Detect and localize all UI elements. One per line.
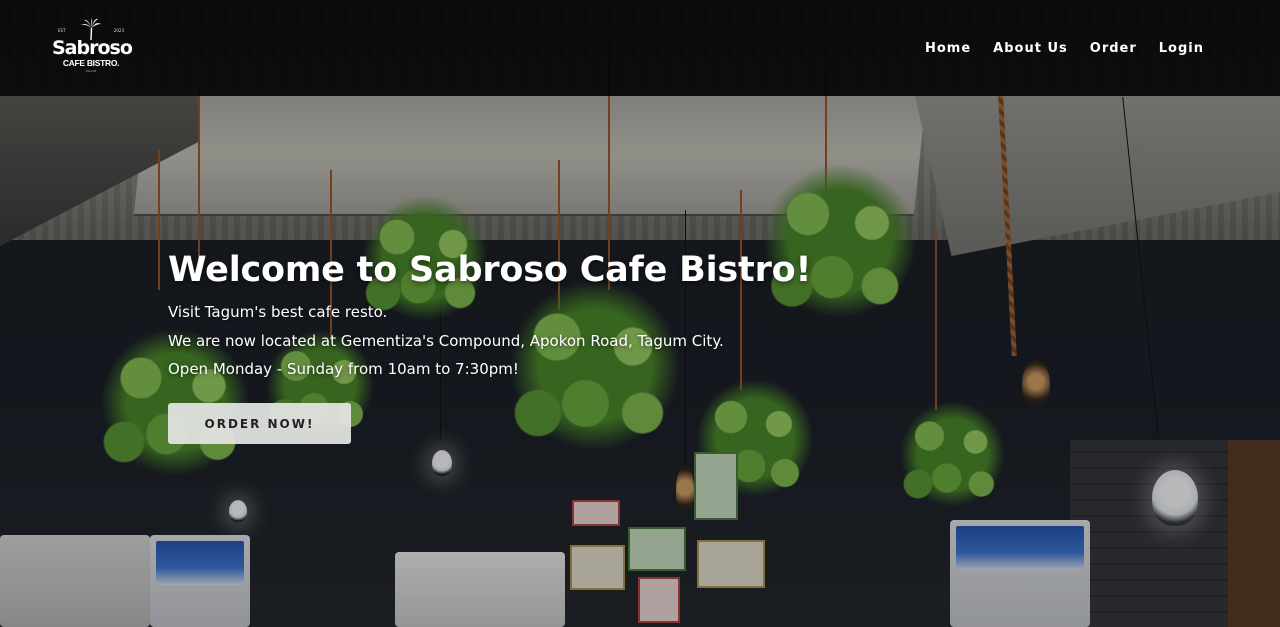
- brand-logo[interactable]: EST 2023 Sabroso CAFE BISTRO. TAGUM: [52, 18, 133, 78]
- hero-tagline: Visit Tagum's best cafe resto.: [168, 303, 388, 321]
- logo-brand-name: Sabroso: [52, 37, 133, 59]
- nav-link-login[interactable]: Login: [1159, 41, 1204, 56]
- hero-content: Welcome to Sabroso Cafe Bistro! Visit Ta…: [168, 246, 868, 444]
- nav-link-home[interactable]: Home: [925, 41, 971, 56]
- hero-hours: Open Monday - Sunday from 10am to 7:30pm…: [168, 360, 519, 378]
- nav-links: Home About Us Order Login: [925, 41, 1204, 56]
- order-now-button[interactable]: ORDER NOW!: [168, 403, 351, 444]
- hero-description: Visit Tagum's best cafe resto. We are no…: [168, 298, 868, 384]
- hero-location: We are now located at Gementiza's Compou…: [168, 331, 724, 350]
- nav-link-about-us[interactable]: About Us: [993, 41, 1068, 56]
- logo-year-label: 2023: [113, 28, 124, 33]
- nav-link-order[interactable]: Order: [1090, 41, 1137, 56]
- logo-est-label: EST: [58, 28, 66, 33]
- logo-subtitle: CAFE BISTRO.: [62, 58, 120, 68]
- logo-location: TAGUM: [85, 69, 97, 73]
- navbar: EST 2023 Sabroso CAFE BISTRO. TAGUM Home…: [0, 0, 1280, 96]
- hero-title: Welcome to Sabroso Cafe Bistro!: [168, 250, 812, 290]
